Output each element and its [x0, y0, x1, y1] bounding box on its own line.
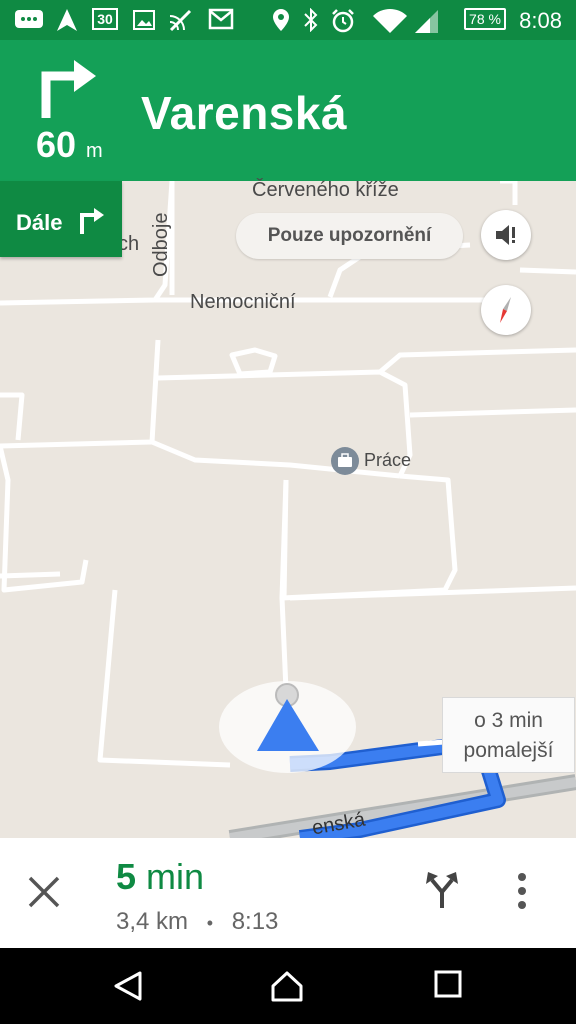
system-navigation-bar: [0, 948, 576, 1024]
eta-duration: 5 min: [116, 856, 204, 898]
navigation-header[interactable]: 60 m Varenská: [0, 40, 576, 181]
recents-icon[interactable]: [434, 970, 462, 998]
back-icon[interactable]: [112, 970, 144, 1002]
navigation-icon: [57, 9, 77, 31]
separator-dot: •: [206, 913, 214, 933]
sound-button[interactable]: [481, 210, 531, 260]
compass-button[interactable]: [481, 285, 531, 335]
eta-value: 5: [116, 856, 137, 897]
eta-unit: min: [146, 856, 205, 897]
alerts-only-pill[interactable]: Pouze upozornění: [236, 213, 463, 259]
speaker-alert-icon: [496, 225, 515, 245]
turn-right-icon: [41, 60, 96, 118]
current-location-marker: [219, 681, 356, 773]
street-label-cerveneho-krize: Červeného kříže: [252, 179, 399, 201]
alarm-icon: [332, 9, 354, 33]
street-label-odboje: Odboje: [150, 212, 172, 278]
arrival-time: 8:13: [231, 908, 279, 935]
status-time: 8:08: [519, 8, 562, 33]
briefcase-icon[interactable]: [330, 446, 360, 476]
alternate-routes-icon[interactable]: [424, 870, 460, 910]
trip-details: 3,4 km • 8:13: [116, 908, 278, 936]
home-icon[interactable]: [270, 970, 304, 1002]
poi-label-prace[interactable]: Práce: [364, 450, 411, 471]
then-label: Dále: [16, 210, 63, 235]
distance-value: 60: [36, 124, 77, 165]
calendar-icon: 30: [92, 8, 118, 30]
alternate-route-bubble[interactable]: o 3 min pomalejší: [442, 697, 575, 773]
distance-unit: m: [86, 140, 103, 162]
alt-route-delta: o 3 min: [474, 709, 543, 732]
close-icon[interactable]: [26, 874, 62, 910]
cast-icon: [169, 9, 192, 32]
then-turn-right-icon: [80, 208, 104, 234]
bluetooth-icon: [304, 8, 318, 32]
more-options-icon[interactable]: [516, 872, 528, 910]
street-label-nemocnicni: Nemocniční: [190, 291, 296, 313]
trip-distance: 3,4 km: [116, 908, 189, 935]
location-icon: [273, 9, 289, 31]
status-bar: 30 78 % 8:08: [0, 0, 576, 40]
street-name: Varenská: [141, 87, 348, 139]
image-icon: [133, 10, 155, 30]
alt-route-note: pomalejší: [463, 739, 554, 762]
compass-icon: [500, 297, 511, 323]
wifi-icon: [373, 8, 407, 33]
message-icon: [15, 10, 43, 28]
battery-icon: 78 %: [464, 8, 506, 30]
then-chip[interactable]: Dále: [0, 181, 122, 257]
signal-icon: [415, 10, 438, 33]
location-arrow-icon: [257, 683, 319, 751]
trip-summary-panel[interactable]: 5 min 3,4 km • 8:13: [0, 838, 576, 948]
gmail-icon: [208, 8, 234, 30]
